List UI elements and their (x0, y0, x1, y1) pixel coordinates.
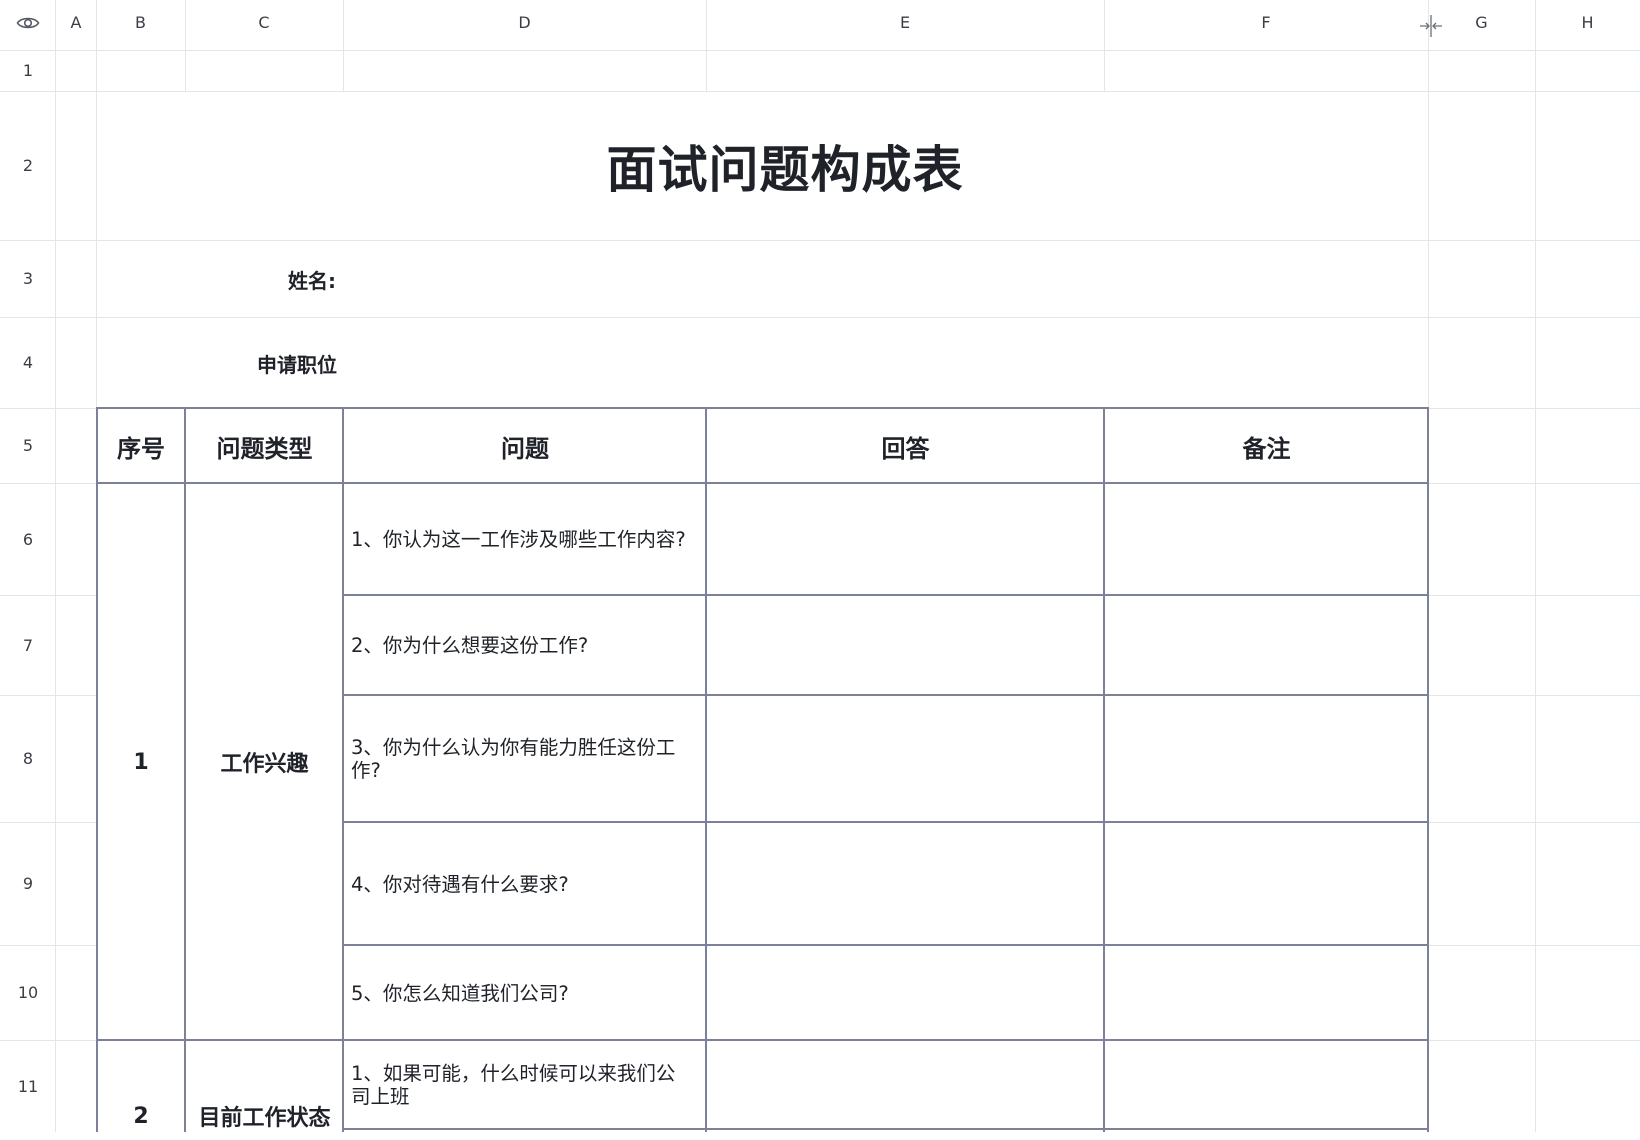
eye-icon (16, 15, 40, 35)
name-input[interactable] (344, 241, 1428, 317)
table-border (96, 407, 1429, 409)
table-border (343, 944, 1429, 946)
row-header-1[interactable]: 1 (0, 50, 56, 91)
question-cell[interactable]: 2、你为什么想要这份工作? (344, 596, 706, 695)
column-header-b[interactable]: B (96, 0, 185, 50)
table-border (96, 407, 98, 1132)
table-border (342, 407, 344, 1132)
header-number: 序号 (117, 434, 165, 463)
note-cell[interactable] (1105, 823, 1428, 945)
header-answer: 回答 (881, 434, 930, 463)
table-border (343, 594, 1429, 596)
answer-cell[interactable] (707, 1041, 1104, 1132)
column-header-g[interactable]: G (1428, 0, 1535, 50)
answer-cell[interactable] (707, 696, 1104, 822)
group-number: 1 (133, 749, 149, 775)
answer-cell[interactable] (707, 596, 1104, 695)
answer-cell[interactable] (707, 823, 1104, 945)
row-header-10[interactable]: 10 (0, 945, 56, 1040)
note-cell[interactable] (1105, 696, 1428, 822)
row-header-3[interactable]: 3 (0, 240, 56, 317)
row-header-6[interactable]: 6 (0, 483, 56, 595)
question-cell[interactable]: 5、你怎么知道我们公司? (344, 946, 706, 1040)
table-border (184, 407, 186, 1132)
column-header-h[interactable]: H (1535, 0, 1640, 50)
question-cell[interactable]: 1、如果可能，什么时候可以来我们公司上班 (344, 1041, 706, 1129)
freeze-columns-icon[interactable] (1418, 14, 1444, 38)
row-header-5[interactable]: 5 (0, 408, 56, 483)
table-border (705, 407, 707, 1132)
row-header-9[interactable]: 9 (0, 822, 56, 945)
name-label: 姓名: (288, 268, 336, 293)
question-cell[interactable]: 3、你为什么认为你有能力胜任这份工作? (344, 696, 706, 822)
form-title: 面试问题构成表 (606, 141, 964, 199)
column-header-e[interactable]: E (706, 0, 1104, 50)
column-header-c[interactable]: C (185, 0, 343, 50)
column-header-d[interactable]: D (343, 0, 706, 50)
note-cell[interactable] (1105, 946, 1428, 1040)
question-cell[interactable]: 4、你对待遇有什么要求? (344, 823, 706, 945)
note-cell[interactable] (1105, 1041, 1428, 1132)
header-question: 问题 (501, 434, 549, 463)
row-header-4[interactable]: 4 (0, 317, 56, 408)
row-header-2[interactable]: 2 (0, 91, 56, 240)
column-header-a[interactable]: A (56, 0, 96, 50)
note-cell[interactable] (1105, 596, 1428, 695)
header-notes: 备注 (1242, 434, 1291, 463)
answer-cell[interactable] (707, 946, 1104, 1040)
question-cell[interactable]: 1、你认为这一工作涉及哪些工作内容? (344, 484, 706, 595)
row-header-11[interactable]: 11 (0, 1040, 56, 1132)
table-border (343, 821, 1429, 823)
row-header-7[interactable]: 7 (0, 595, 56, 695)
note-cell[interactable] (1105, 484, 1428, 595)
group-type: 工作兴趣 (220, 752, 309, 777)
table-border (96, 1039, 1429, 1041)
table-border (96, 482, 1429, 484)
position-label: 申请职位 (257, 352, 337, 377)
column-header-f[interactable]: F (1104, 0, 1428, 50)
group-type: 目前工作状态 (198, 1106, 331, 1131)
table-border (1427, 407, 1429, 1132)
answer-cell[interactable] (707, 484, 1104, 595)
header-type: 问题类型 (216, 434, 313, 463)
table-border (343, 694, 1429, 696)
group-number: 2 (133, 1103, 149, 1129)
position-input[interactable] (344, 318, 1428, 408)
visibility-toggle[interactable] (0, 0, 56, 50)
row-header-8[interactable]: 8 (0, 695, 56, 822)
table-border (343, 1128, 1429, 1130)
table-border (1103, 407, 1105, 1132)
